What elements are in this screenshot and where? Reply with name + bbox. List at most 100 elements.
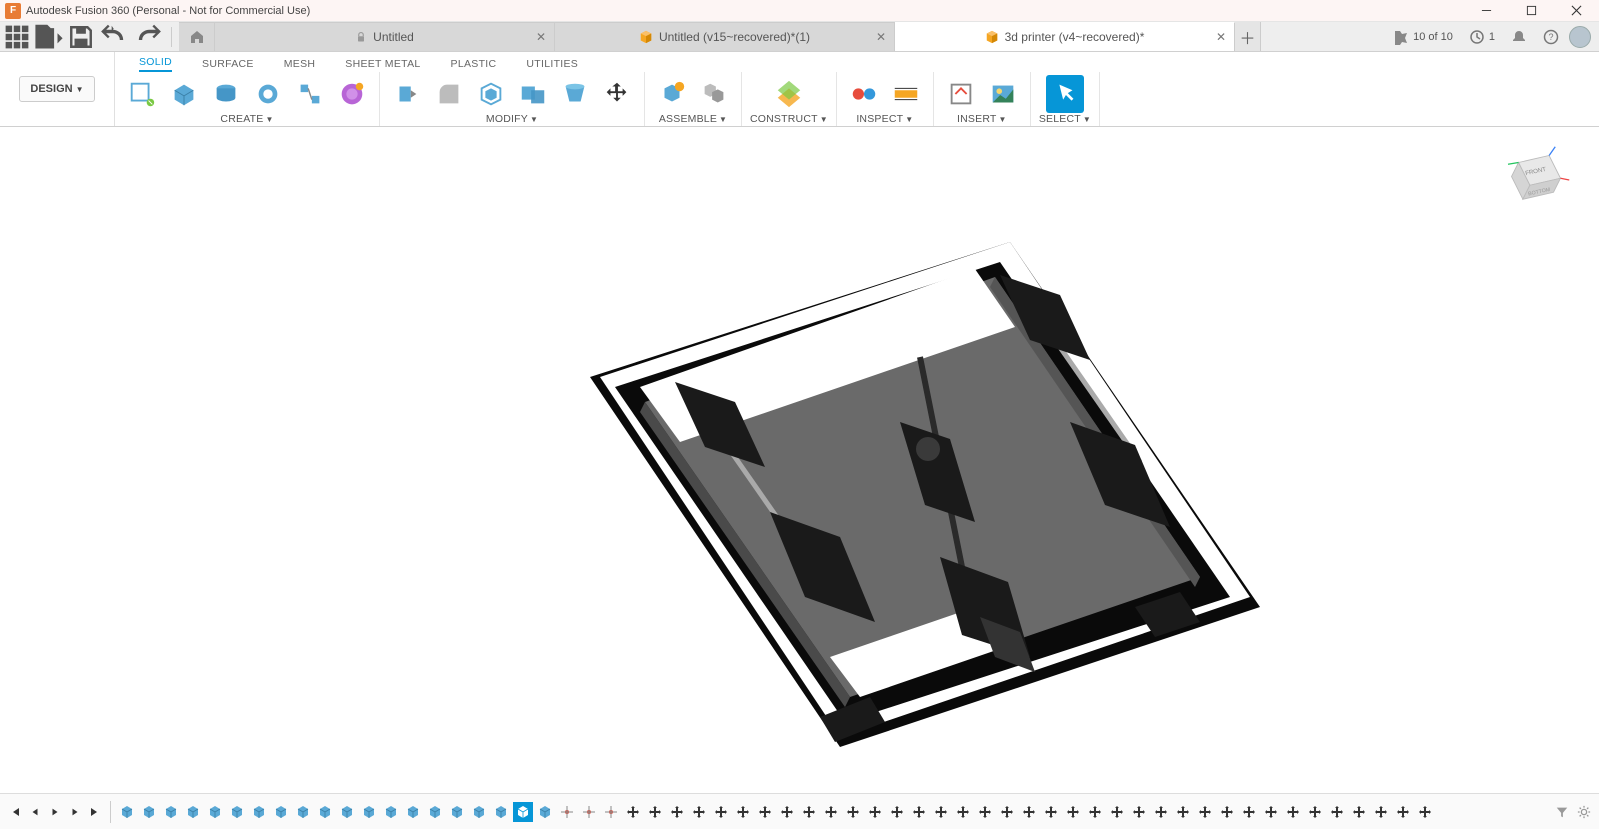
timeline-feature[interactable]	[645, 802, 665, 822]
timeline-feature[interactable]	[1195, 802, 1215, 822]
close-tab-button[interactable]: ✕	[1216, 30, 1226, 44]
user-avatar[interactable]	[1569, 26, 1591, 48]
timeline-feature[interactable]	[711, 802, 731, 822]
timeline-feature[interactable]	[337, 802, 357, 822]
panel-label[interactable]: ASSEMBLE▼	[659, 113, 727, 126]
timeline-feature[interactable]	[997, 802, 1017, 822]
timeline-feature[interactable]	[359, 802, 379, 822]
timeline-feature[interactable]	[579, 802, 599, 822]
timeline-feature[interactable]	[447, 802, 467, 822]
viewcube[interactable]: FRONT BOTTOM	[1501, 145, 1571, 215]
timeline-feature[interactable]	[865, 802, 885, 822]
draft-tool[interactable]	[556, 75, 594, 113]
file-menu-button[interactable]	[32, 24, 66, 50]
document-tab-2[interactable]: Untitled (v15~recovered)*(1) ✕	[555, 22, 895, 51]
timeline-feature[interactable]	[1393, 802, 1413, 822]
timeline-feature[interactable]	[975, 802, 995, 822]
timeline-feature[interactable]	[139, 802, 159, 822]
insert-decal-tool[interactable]	[984, 75, 1022, 113]
ribbon-tab-sheetmetal[interactable]: SHEET METAL	[345, 58, 420, 72]
emboss-tool[interactable]	[333, 75, 371, 113]
timeline-feature[interactable]	[799, 802, 819, 822]
help-button[interactable]: ?	[1537, 29, 1565, 45]
save-button[interactable]	[68, 24, 94, 50]
timeline-feature[interactable]	[843, 802, 863, 822]
ribbon-tab-surface[interactable]: SURFACE	[202, 58, 254, 72]
timeline-feature[interactable]	[1085, 802, 1105, 822]
shell-tool[interactable]	[472, 75, 510, 113]
panel-label[interactable]: INSPECT▼	[856, 113, 913, 126]
document-tab-1[interactable]: Untitled ✕	[215, 22, 555, 51]
joint-tool[interactable]	[695, 75, 733, 113]
timeline-end-button[interactable]	[86, 803, 104, 821]
timeline-feature[interactable]	[777, 802, 797, 822]
timeline-feature[interactable]	[227, 802, 247, 822]
timeline-feature[interactable]	[271, 802, 291, 822]
timeline-feature[interactable]	[117, 802, 137, 822]
ribbon-tab-mesh[interactable]: MESH	[284, 58, 316, 72]
timeline-prev-button[interactable]	[26, 803, 44, 821]
timeline-feature[interactable]	[1239, 802, 1259, 822]
timeline-feature[interactable]	[491, 802, 511, 822]
timeline-feature[interactable]	[887, 802, 907, 822]
timeline-feature[interactable]	[1041, 802, 1061, 822]
timeline-feature[interactable]	[1283, 802, 1303, 822]
viewport[interactable]: FRONT BOTTOM	[0, 127, 1599, 793]
home-tab[interactable]	[179, 22, 215, 51]
new-tab-button[interactable]: ＋	[1235, 22, 1261, 51]
move-tool[interactable]	[598, 75, 636, 113]
ribbon-tab-utilities[interactable]: UTILITIES	[526, 58, 578, 72]
timeline-feature[interactable]	[1305, 802, 1325, 822]
timeline-feature[interactable]	[1173, 802, 1193, 822]
timeline-feature[interactable]	[1019, 802, 1039, 822]
panel-label[interactable]: MODIFY▼	[486, 113, 538, 126]
new-component-tool[interactable]	[653, 75, 691, 113]
notifications-button[interactable]	[1505, 29, 1533, 45]
workspace-switcher[interactable]: DESIGN ▼	[0, 52, 115, 126]
timeline-feature[interactable]	[1151, 802, 1171, 822]
timeline-feature[interactable]	[205, 802, 225, 822]
timeline-feature[interactable]	[1327, 802, 1347, 822]
maximize-button[interactable]	[1509, 0, 1554, 22]
timeline-feature[interactable]	[403, 802, 423, 822]
timeline-feature[interactable]	[1261, 802, 1281, 822]
document-tab-3[interactable]: 3d printer (v4~recovered)* ✕	[895, 22, 1235, 51]
construct-plane-tool[interactable]	[768, 75, 810, 113]
timeline-feature[interactable]	[293, 802, 313, 822]
timeline-feature[interactable]	[1371, 802, 1391, 822]
timeline-feature[interactable]	[953, 802, 973, 822]
timeline-feature[interactable]	[623, 802, 643, 822]
timeline-feature[interactable]	[161, 802, 181, 822]
insert-derive-tool[interactable]	[942, 75, 980, 113]
panel-label[interactable]: SELECT▼	[1039, 113, 1091, 126]
press-pull-tool[interactable]	[388, 75, 426, 113]
timeline-next-button[interactable]	[66, 803, 84, 821]
timeline-feature[interactable]	[667, 802, 687, 822]
timeline-feature[interactable]	[249, 802, 269, 822]
timeline-feature[interactable]	[1063, 802, 1083, 822]
timeline-filter-button[interactable]	[1553, 803, 1571, 821]
timeline-feature[interactable]	[931, 802, 951, 822]
timeline-feature[interactable]	[513, 802, 533, 822]
timeline-feature[interactable]	[821, 802, 841, 822]
sweep-tool[interactable]	[249, 75, 287, 113]
sketch-tool[interactable]	[123, 75, 161, 113]
loft-tool[interactable]	[291, 75, 329, 113]
timeline-feature[interactable]	[733, 802, 753, 822]
timeline-feature[interactable]	[1129, 802, 1149, 822]
panel-label[interactable]: CONSTRUCT▼	[750, 113, 828, 126]
timeline-play-button[interactable]	[46, 803, 64, 821]
timeline-start-button[interactable]	[6, 803, 24, 821]
timeline-feature[interactable]	[755, 802, 775, 822]
extensions-status[interactable]: 10 of 10	[1387, 29, 1459, 45]
data-panel-button[interactable]	[4, 24, 30, 50]
timeline-feature[interactable]	[315, 802, 335, 822]
timeline-feature[interactable]	[535, 802, 555, 822]
ribbon-tab-plastic[interactable]: PLASTIC	[451, 58, 497, 72]
measure-tool[interactable]	[845, 75, 883, 113]
select-tool[interactable]	[1046, 75, 1084, 113]
timeline-settings-button[interactable]	[1575, 803, 1593, 821]
timeline-feature[interactable]	[469, 802, 489, 822]
timeline-feature[interactable]	[1415, 802, 1435, 822]
close-button[interactable]	[1554, 0, 1599, 22]
